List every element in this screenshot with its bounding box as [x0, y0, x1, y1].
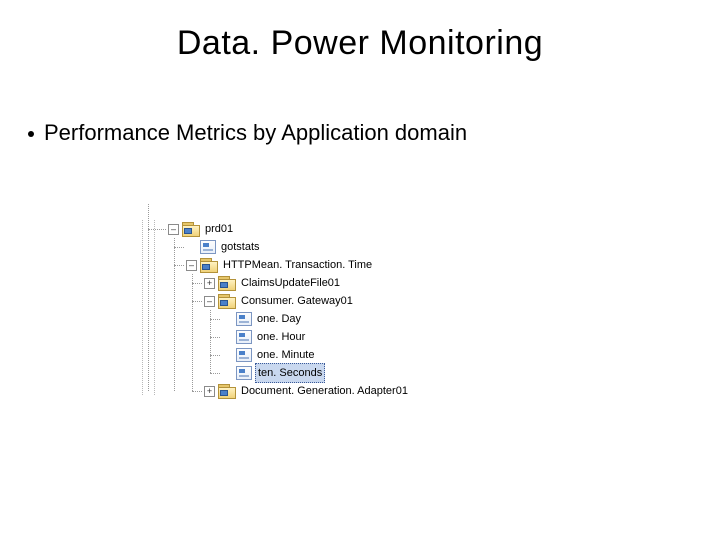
tree-node-consumer[interactable]: – Consumer. Gateway01 [204, 292, 410, 382]
tree-node-docgen[interactable]: + Document. Generation. Adapter01 [204, 382, 410, 400]
expand-toggle[interactable]: + [204, 386, 215, 397]
expand-toggle[interactable]: + [204, 278, 215, 289]
tree-leaf-oneminute[interactable]: one. Minute [222, 346, 410, 364]
tree-node-prd01[interactable]: – prd01 gotstats – [168, 220, 410, 400]
metric-icon [236, 348, 252, 362]
tree-node-claims[interactable]: + ClaimsUpdateFile01 [204, 274, 410, 292]
metric-icon [200, 240, 216, 254]
collapse-toggle[interactable]: – [186, 260, 197, 271]
tree-node-httpmean[interactable]: – HTTPMean. Transaction. Time + ClaimsUp… [186, 256, 410, 400]
node-label: one. Hour [255, 328, 307, 346]
node-label: Consumer. Gateway01 [239, 292, 355, 310]
node-label: gotstats [219, 238, 262, 256]
folder-icon [200, 258, 218, 272]
node-label-selected: ten. Seconds [255, 363, 325, 383]
tree-node-gotstats[interactable]: gotstats [186, 238, 410, 256]
node-label: Document. Generation. Adapter01 [239, 382, 410, 400]
node-label: ClaimsUpdateFile01 [239, 274, 342, 292]
node-label: HTTPMean. Transaction. Time [221, 256, 374, 274]
metric-icon [236, 330, 252, 344]
node-label: one. Day [255, 310, 303, 328]
metrics-tree: – prd01 gotstats – [168, 220, 410, 400]
bullet-item: Performance Metrics by Application domai… [28, 120, 467, 146]
folder-icon [218, 276, 236, 290]
folder-icon [182, 222, 200, 236]
slide-title: Data. Power Monitoring [0, 24, 720, 63]
tree-leaf-onehour[interactable]: one. Hour [222, 328, 410, 346]
node-label: prd01 [203, 220, 235, 238]
folder-icon [218, 384, 236, 398]
metric-icon [236, 312, 252, 326]
collapse-toggle[interactable]: – [168, 224, 179, 235]
collapse-toggle[interactable]: – [204, 296, 215, 307]
folder-icon [218, 294, 236, 308]
node-label: one. Minute [255, 346, 316, 364]
bullet-text: Performance Metrics by Application domai… [44, 120, 467, 146]
bullet-dot-icon [28, 131, 34, 137]
tree-leaf-tenseconds[interactable]: ten. Seconds [222, 364, 410, 382]
tree-leaf-oneday[interactable]: one. Day [222, 310, 410, 328]
metric-icon [236, 366, 252, 380]
